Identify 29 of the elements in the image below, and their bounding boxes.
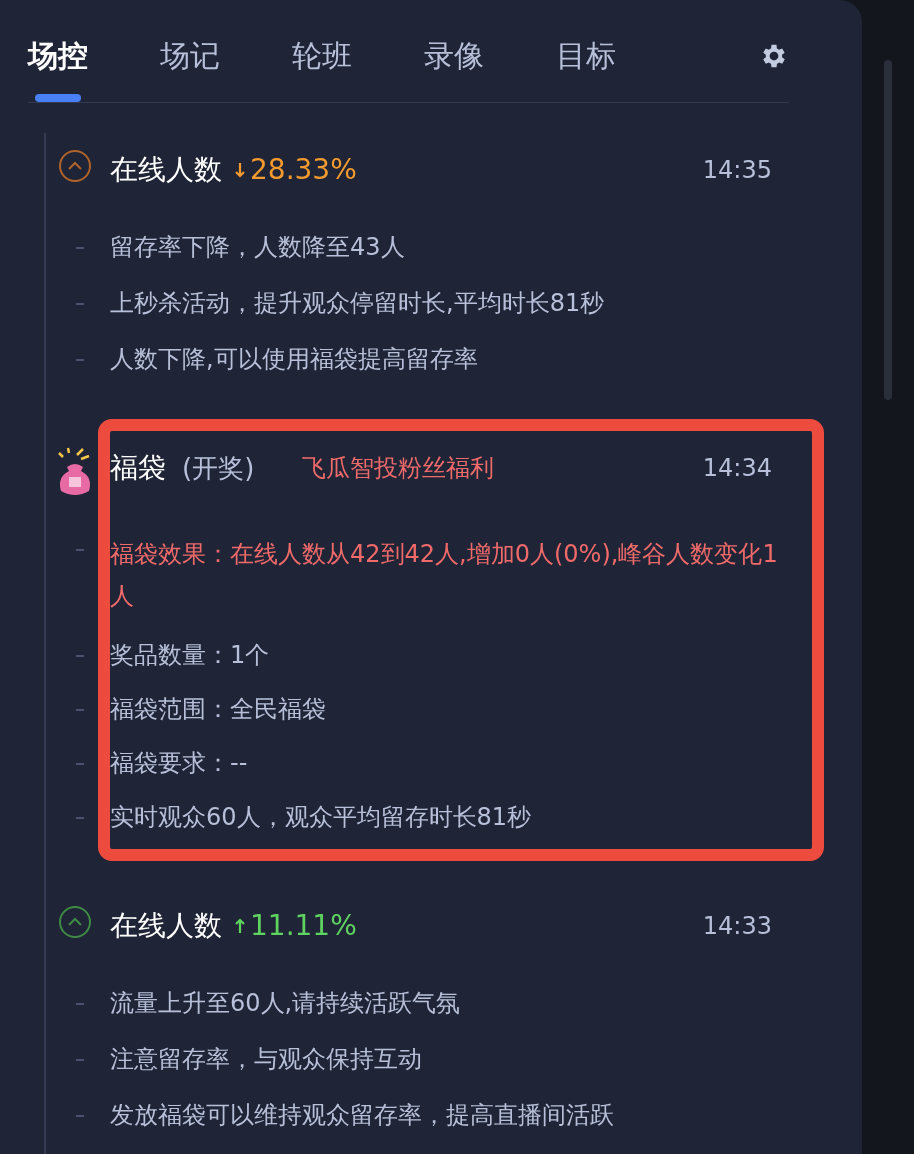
entry-detail: 留存率下降，人数降至43人 bbox=[110, 232, 406, 263]
entry-time: 14:34 bbox=[702, 453, 772, 484]
entry-detail: 注意留存率，与观众保持互动 bbox=[110, 1044, 423, 1075]
collapse-icon[interactable] bbox=[58, 149, 92, 183]
entry-detail: 发放福袋可以维持观众留存率，提高直播间活跃 bbox=[110, 1100, 615, 1131]
change-percent: 11.11% bbox=[250, 908, 357, 944]
scrollbar[interactable] bbox=[884, 60, 892, 400]
entry-detail: 福袋要求：-- bbox=[110, 748, 249, 779]
entry-title: 在线人数 bbox=[110, 152, 222, 188]
entry-detail: 流量上升至60人,请持续活跃气氛 bbox=[110, 988, 462, 1019]
collapse-icon[interactable] bbox=[58, 905, 92, 939]
entry-title: 福袋 bbox=[110, 450, 166, 486]
tab[interactable]: 场控 bbox=[28, 36, 88, 102]
entry-detail: 奖品数量：1个 bbox=[110, 640, 271, 671]
tab[interactable]: 目标 bbox=[556, 36, 616, 102]
tab[interactable]: 录像 bbox=[424, 36, 484, 102]
entry-title: 在线人数 bbox=[110, 908, 222, 944]
entry-time: 14:33 bbox=[702, 911, 772, 942]
entry-subtitle: (开奖) bbox=[182, 451, 255, 485]
tab[interactable]: 轮班 bbox=[292, 36, 352, 102]
entry-detail: 实时观众60人，观众平均留存时长81秒 bbox=[110, 802, 533, 833]
change-percent: 28.33% bbox=[250, 152, 357, 188]
entry-note: 飞瓜智投粉丝福利 bbox=[302, 453, 495, 484]
entry-detail: 人数下降,可以使用福袋提高留存率 bbox=[110, 344, 479, 375]
entry-detail: 上秒杀活动，提升观众停留时长,平均时长81秒 bbox=[110, 288, 606, 319]
tab[interactable]: 场记 bbox=[160, 36, 220, 102]
entry-time: 14:35 bbox=[702, 155, 772, 186]
entry-detail: 福袋范围：全民福袋 bbox=[110, 694, 327, 725]
entry-detail: 福袋效果：在线人数从42到42人,增加0人(0%),峰谷人数变化1人 bbox=[110, 539, 779, 612]
